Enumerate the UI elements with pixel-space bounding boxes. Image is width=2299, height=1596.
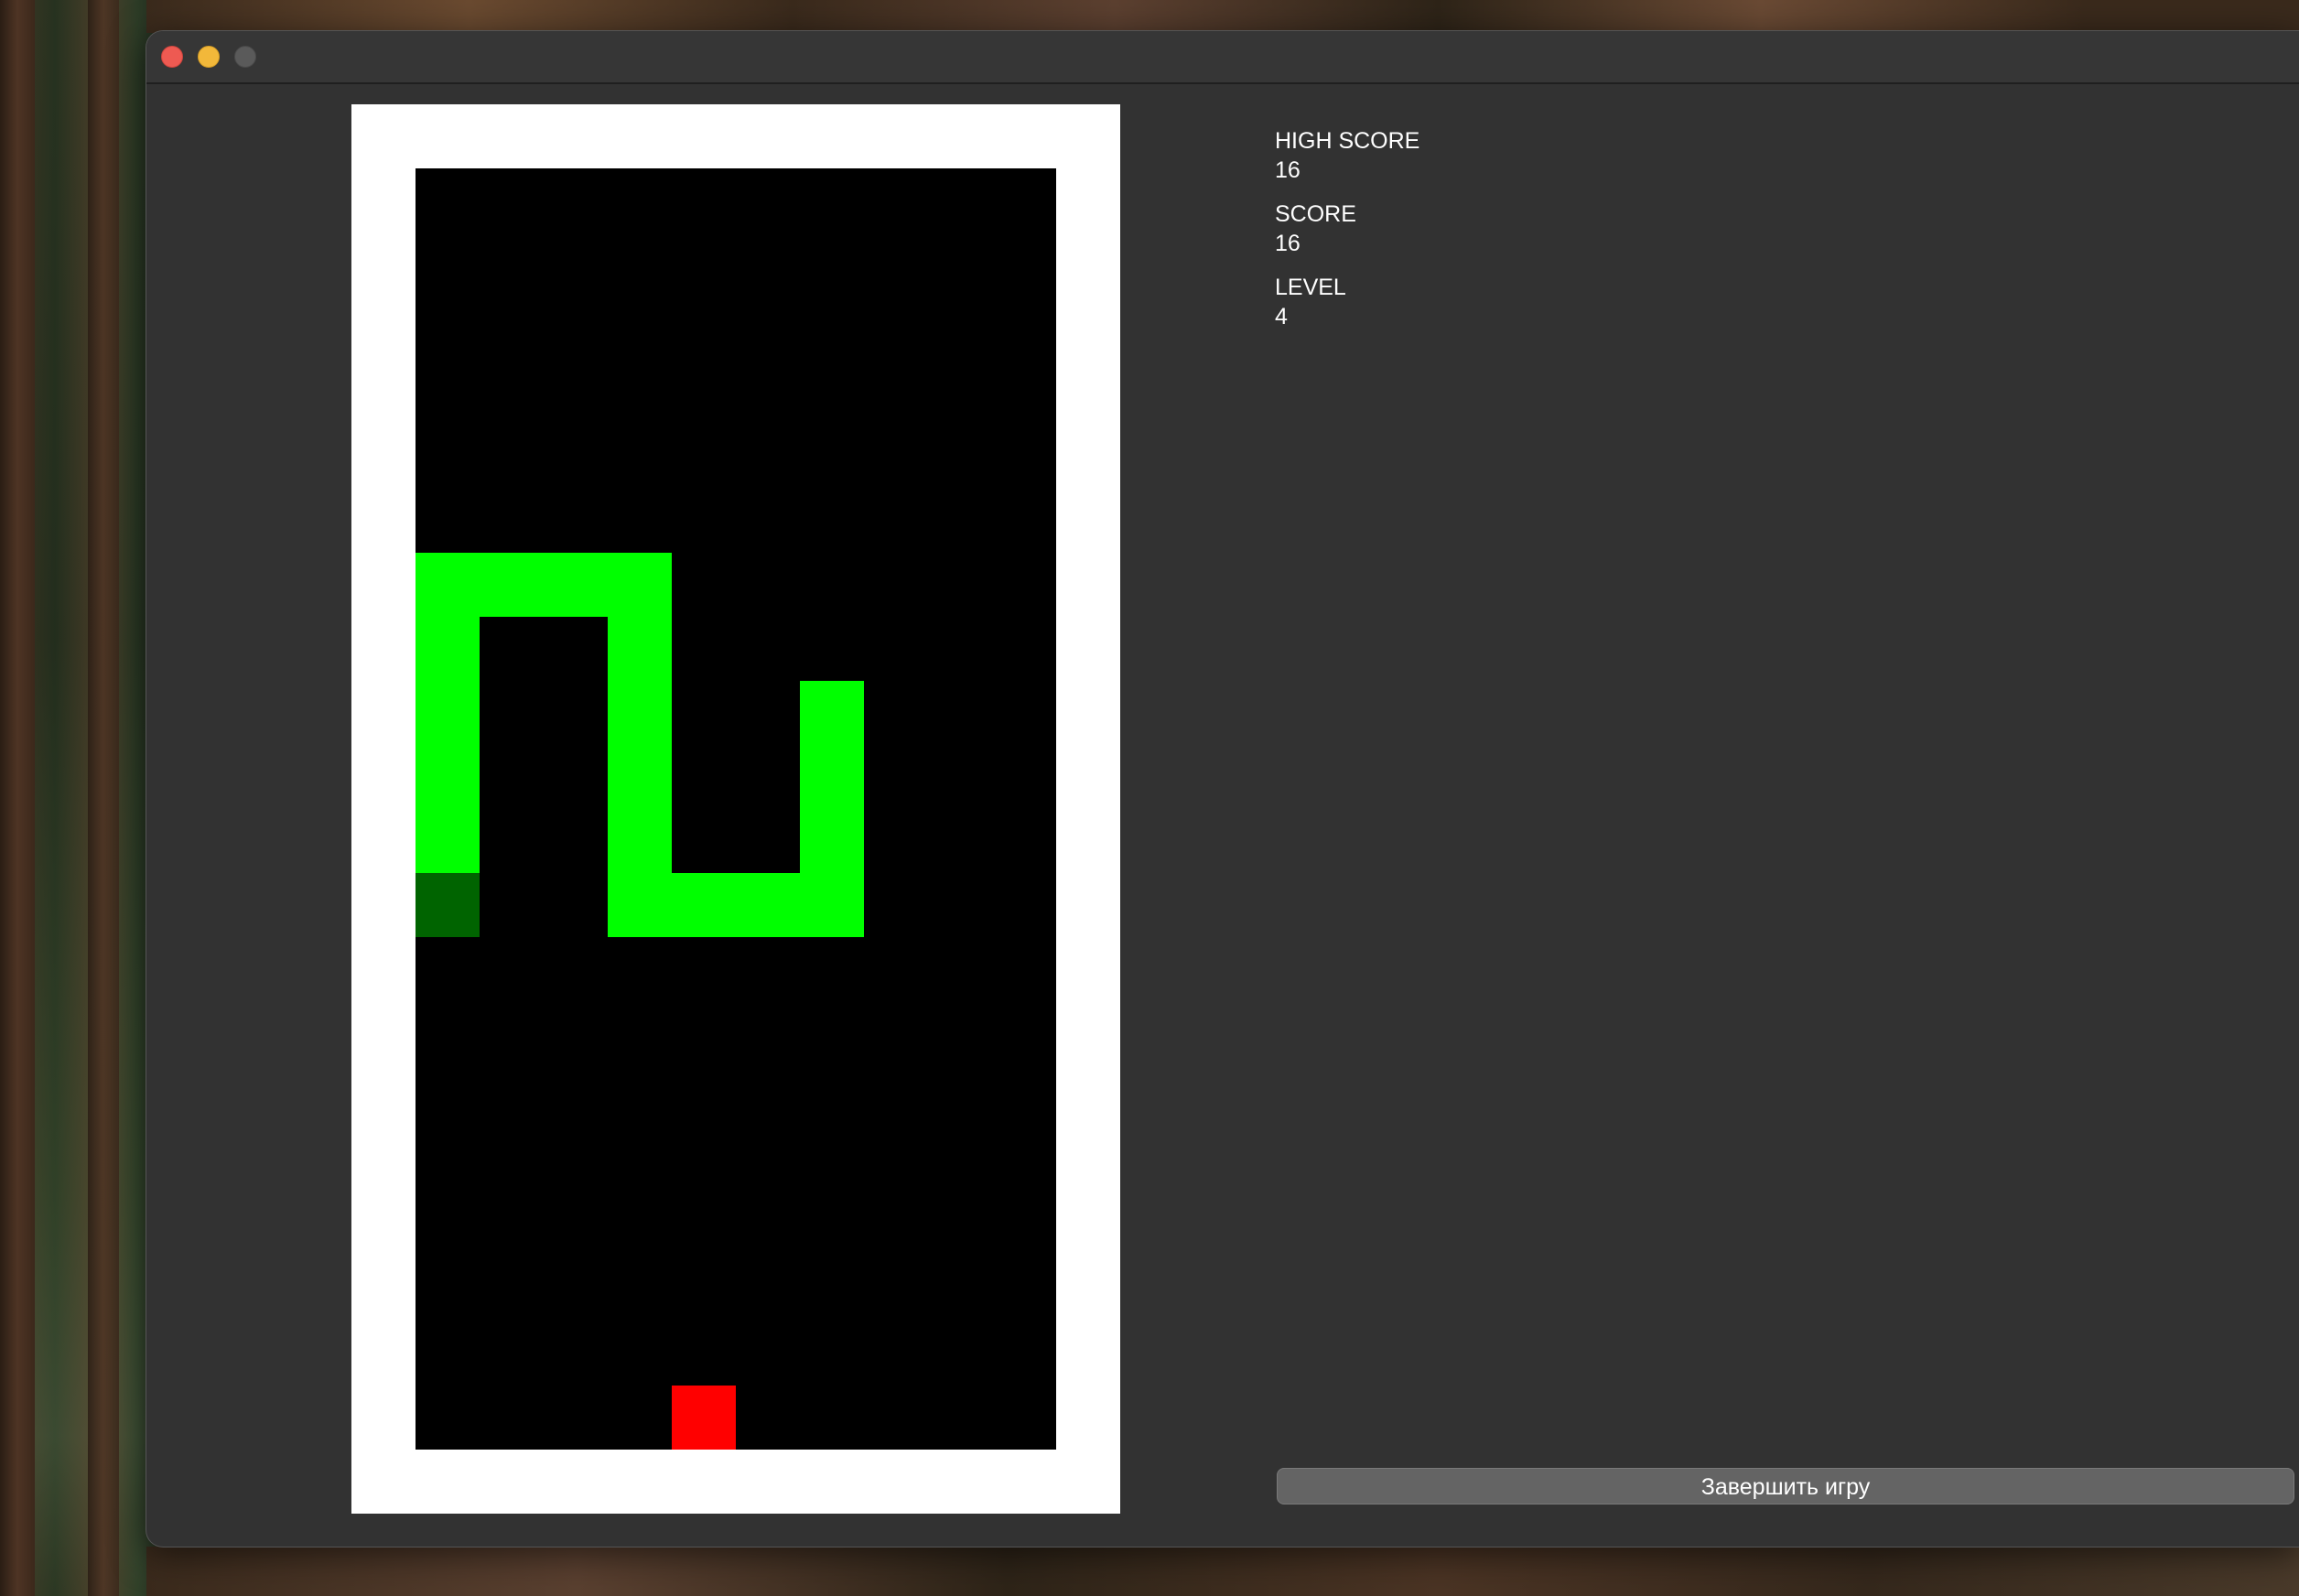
level-value: 4 xyxy=(1275,304,1288,329)
snake-segment xyxy=(608,809,672,873)
snake-segment xyxy=(800,681,864,745)
snake-segment xyxy=(672,873,736,937)
score-label: SCORE xyxy=(1275,201,1356,227)
snake-segment xyxy=(608,873,672,937)
high-score-label: HIGH SCORE xyxy=(1275,128,1420,154)
snake-segment xyxy=(800,873,864,937)
background-strip-top xyxy=(146,0,2299,33)
minimize-button[interactable] xyxy=(198,46,220,68)
snake-segment xyxy=(608,617,672,681)
snake-segment xyxy=(416,809,480,873)
game-board[interactable] xyxy=(416,168,1056,1450)
tree-trunk xyxy=(0,0,35,1596)
snake-segment xyxy=(416,745,480,809)
food-item xyxy=(672,1386,736,1450)
snake-segment xyxy=(416,681,480,745)
snake-segment xyxy=(480,553,544,617)
game-board-frame xyxy=(351,104,1120,1514)
snake-tail-segment xyxy=(416,873,480,937)
snake-segment xyxy=(544,553,608,617)
score-value: 16 xyxy=(1275,231,1301,256)
snake-segment xyxy=(416,553,480,617)
title-bar xyxy=(146,31,2299,84)
stats-panel: HIGH SCORE 16 SCORE 16 LEVEL 4 xyxy=(1275,126,1419,346)
snake-segment xyxy=(608,745,672,809)
level-block: LEVEL 4 xyxy=(1275,273,1419,331)
snake-segment xyxy=(800,809,864,873)
background-strip-bottom xyxy=(146,1547,2299,1596)
game-window: HIGH SCORE 16 SCORE 16 LEVEL 4 Завершить… xyxy=(146,31,2299,1547)
score-block: SCORE 16 xyxy=(1275,200,1419,258)
high-score-block: HIGH SCORE 16 xyxy=(1275,126,1419,185)
close-button[interactable] xyxy=(161,46,183,68)
end-game-button[interactable]: Завершить игру xyxy=(1277,1468,2294,1504)
snake-segment xyxy=(416,617,480,681)
snake-segment xyxy=(608,681,672,745)
snake-segment xyxy=(800,745,864,809)
tree-trunk xyxy=(88,0,119,1596)
snake-segment xyxy=(736,873,800,937)
level-label: LEVEL xyxy=(1275,275,1346,300)
maximize-button[interactable] xyxy=(234,46,256,68)
snake-segment xyxy=(608,553,672,617)
high-score-value: 16 xyxy=(1275,157,1301,183)
